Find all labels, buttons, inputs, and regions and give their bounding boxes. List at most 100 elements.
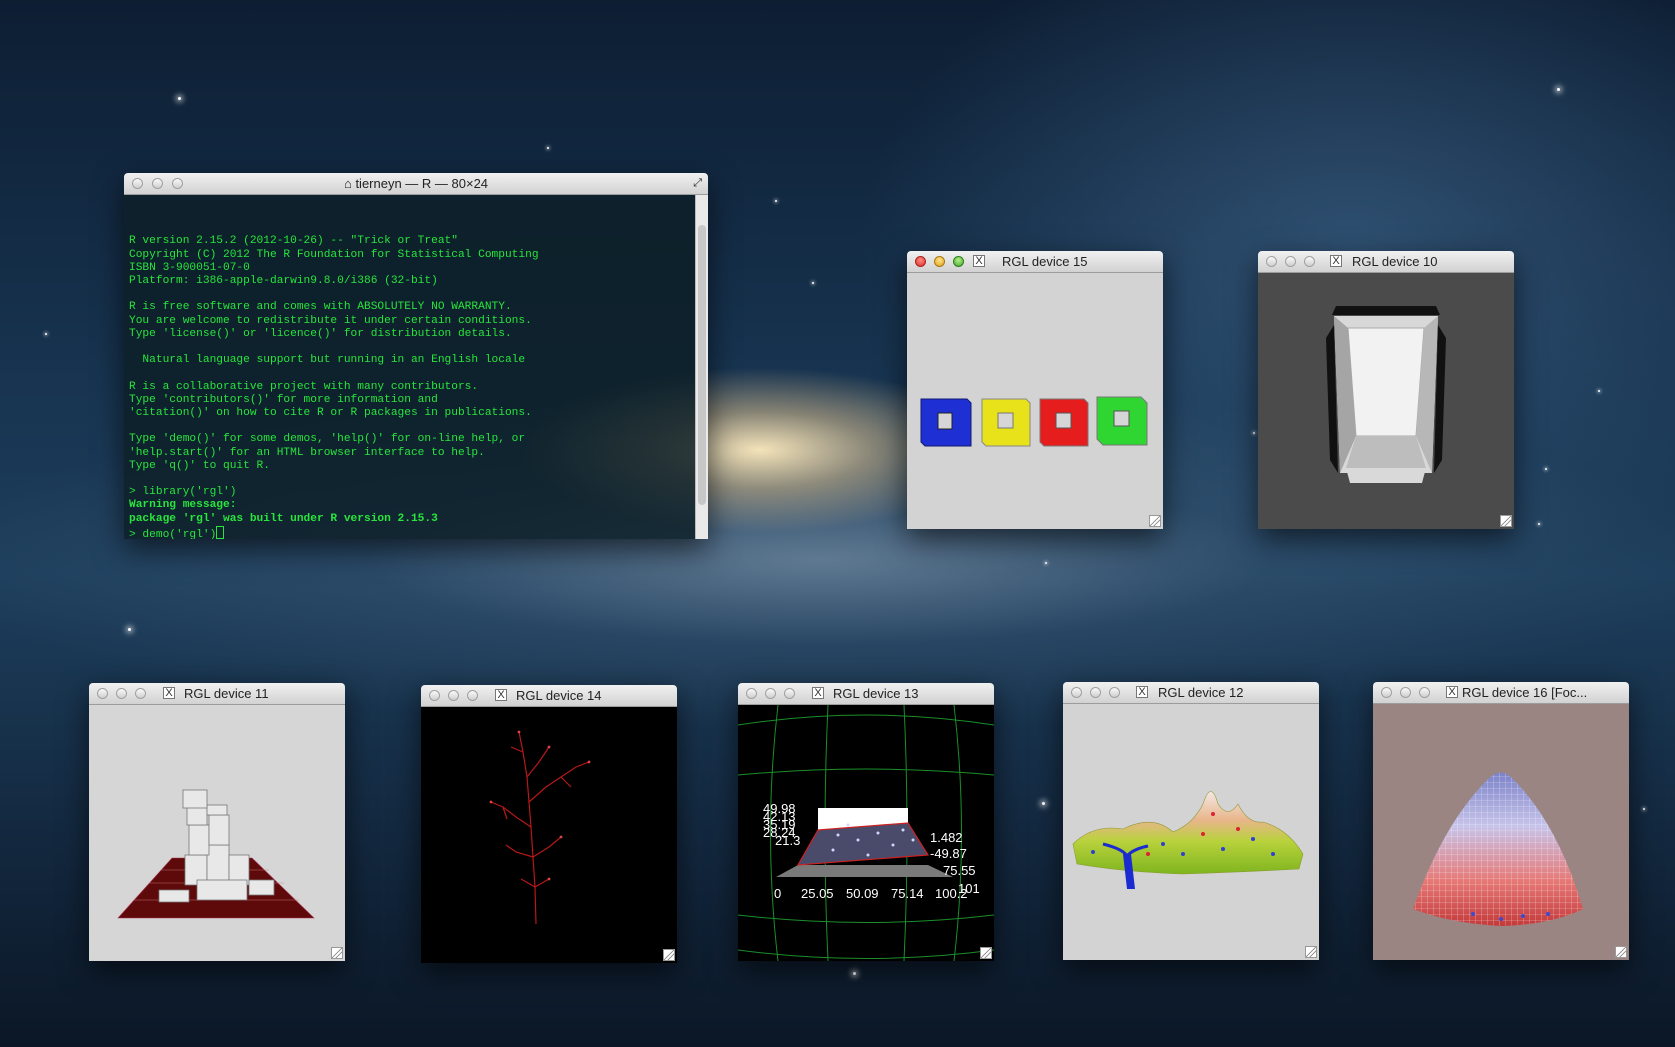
close-button[interactable] xyxy=(915,256,926,267)
x11-icon: X xyxy=(495,689,507,701)
zoom-button[interactable] xyxy=(1304,256,1315,267)
z-tick-label: 1.482 xyxy=(930,830,963,845)
x-tick-label: 0 xyxy=(774,886,781,901)
window-title: RGL device 14 xyxy=(516,688,602,703)
resize-grip[interactable] xyxy=(1305,946,1317,958)
minimize-button[interactable] xyxy=(116,688,127,699)
zoom-button[interactable] xyxy=(1109,687,1120,698)
zoom-button[interactable] xyxy=(953,256,964,267)
terminal-title: ⌂ tierneyn — R — 80×24 xyxy=(343,176,489,191)
prompt-line[interactable]: > demo('rgl') xyxy=(129,525,708,539)
resize-grip[interactable] xyxy=(1149,515,1161,527)
terminal-line: Type 'q()' to quit R. xyxy=(129,459,270,472)
zoom-button[interactable] xyxy=(784,688,795,699)
minimize-button[interactable] xyxy=(765,688,776,699)
terminal-line: Natural language support but running in … xyxy=(129,354,526,367)
zoom-button[interactable] xyxy=(135,688,146,699)
x11-icon: X xyxy=(973,255,985,267)
rgl-device-12-window[interactable]: X RGL device 12 xyxy=(1063,682,1319,960)
bivariate-normal-surface-scene xyxy=(1413,772,1583,926)
terminal-line: R is a collaborative project with many c… xyxy=(129,380,479,393)
terminal-line: You are welcome to redistribute it under… xyxy=(129,314,532,327)
scrollbar-thumb[interactable] xyxy=(698,225,706,505)
window-title: RGL device 10 xyxy=(1352,254,1438,269)
terminal-line: Type 'contributors()' for more informati… xyxy=(129,393,438,406)
resize-grip[interactable] xyxy=(331,947,343,959)
window-title: RGL device 16 [Foc... xyxy=(1462,685,1588,700)
window-title: RGL device 13 xyxy=(833,686,919,701)
zoom-button[interactable] xyxy=(1419,687,1430,698)
x11-icon: X xyxy=(1136,686,1148,698)
green-cube xyxy=(1096,396,1148,446)
x-tick-label: 50.09 xyxy=(846,886,879,901)
rgl-device-13-window[interactable]: X RGL device 13 49.98 42.13 35.19 28.24 … xyxy=(738,683,994,961)
rgl-device-16-titlebar[interactable]: X RGL device 16 [Foc... xyxy=(1373,682,1629,704)
terminal-line: Type 'license()' or 'licence()' for dist… xyxy=(129,327,512,340)
cube-frames-scene xyxy=(920,396,1148,447)
rgl-device-12-titlebar[interactable]: X RGL device 12 xyxy=(1063,682,1319,704)
fullscreen-icon[interactable]: ⤢ xyxy=(693,173,702,194)
minimize-button[interactable] xyxy=(934,256,945,267)
shaded-box-scene xyxy=(1326,306,1446,483)
y-tick-label: 21.3 xyxy=(775,833,800,848)
window-title: RGL device 12 xyxy=(1158,685,1244,700)
rgl-device-14-canvas[interactable] xyxy=(421,707,677,963)
z-tick-label: 75.55 xyxy=(943,863,976,878)
rgl-device-15-window[interactable]: X RGL device 15 xyxy=(907,251,1163,529)
minimize-button[interactable] xyxy=(1400,687,1411,698)
x11-icon: X xyxy=(812,687,824,699)
rgl-device-14-titlebar[interactable]: X RGL device 14 xyxy=(421,685,677,707)
resize-grip[interactable] xyxy=(1615,946,1627,958)
tree-scene xyxy=(489,730,591,925)
terminal-output[interactable]: R version 2.15.2 (2012-10-26) -- "Trick … xyxy=(124,195,708,539)
rgl-device-12-canvas[interactable] xyxy=(1063,704,1319,960)
close-button[interactable] xyxy=(1381,687,1392,698)
3d-histogram-scene xyxy=(117,789,315,919)
zoom-button[interactable] xyxy=(467,690,478,701)
rgl-device-14-window[interactable]: X RGL device 14 xyxy=(421,685,677,963)
warning-text: package 'rgl' was built under R version … xyxy=(129,512,438,525)
rgl-device-11-titlebar[interactable]: X RGL device 11 xyxy=(89,683,345,705)
rgl-device-11-canvas[interactable] xyxy=(89,705,345,961)
close-button[interactable] xyxy=(1071,687,1082,698)
minimize-button[interactable] xyxy=(1090,687,1101,698)
x-tick-label: 25.05 xyxy=(801,886,834,901)
terminal-scrollbar[interactable] xyxy=(695,195,708,539)
rgl-device-10-titlebar[interactable]: X RGL device 10 xyxy=(1258,251,1514,273)
x11-icon: X xyxy=(163,687,175,699)
rgl-device-10-canvas[interactable] xyxy=(1258,273,1514,529)
rgl-device-16-window[interactable]: X RGL device 16 [Foc... xyxy=(1373,682,1629,960)
terminal-line: > library('rgl') xyxy=(129,486,237,499)
close-button[interactable] xyxy=(1266,256,1277,267)
red-cube xyxy=(1039,398,1089,447)
rgl-device-13-canvas[interactable]: 49.98 42.13 35.19 28.24 21.3 1.482 -49.8… xyxy=(738,705,994,961)
x11-icon: X xyxy=(1446,686,1458,698)
resize-grip[interactable] xyxy=(1500,515,1512,527)
close-button[interactable] xyxy=(746,688,757,699)
rgl-device-11-window[interactable]: X RGL device 11 xyxy=(89,683,345,961)
close-button[interactable] xyxy=(429,690,440,701)
home-icon: ⌂ xyxy=(343,176,352,191)
close-button[interactable] xyxy=(97,688,108,699)
rgl-device-13-titlebar[interactable]: X RGL device 13 xyxy=(738,683,994,705)
resize-grip[interactable] xyxy=(663,949,675,961)
terminal-line: Copyright (C) 2012 The R Foundation for … xyxy=(129,248,539,261)
x11-icon: X xyxy=(1330,255,1342,267)
terminal-line: 'citation()' on how to cite R or R packa… xyxy=(129,407,532,420)
terminal-lines: R version 2.15.2 (2012-10-26) -- "Trick … xyxy=(129,235,708,499)
rgl-device-15-canvas[interactable] xyxy=(907,273,1163,529)
rgl-device-15-titlebar[interactable]: X RGL device 15 xyxy=(907,251,1163,273)
minimize-button[interactable] xyxy=(448,690,459,701)
window-title: RGL device 15 xyxy=(1002,254,1088,269)
rgl-device-16-canvas[interactable] xyxy=(1373,704,1629,960)
terminal-titlebar[interactable]: ⌂ tierneyn — R — 80×24 ⤢ xyxy=(124,173,708,195)
terminal-window[interactable]: ⌂ tierneyn — R — 80×24 ⤢ R version 2.15.… xyxy=(124,173,708,539)
terminal-line: 'help.start()' for an HTML browser inter… xyxy=(129,446,485,459)
resize-grip[interactable] xyxy=(980,947,992,959)
minimize-button[interactable] xyxy=(1285,256,1296,267)
rgl-device-10-window[interactable]: X RGL device 10 xyxy=(1258,251,1514,529)
x-tick-label: 100.2 xyxy=(935,886,968,901)
terminal-line: R is free software and comes with ABSOLU… xyxy=(129,301,512,314)
